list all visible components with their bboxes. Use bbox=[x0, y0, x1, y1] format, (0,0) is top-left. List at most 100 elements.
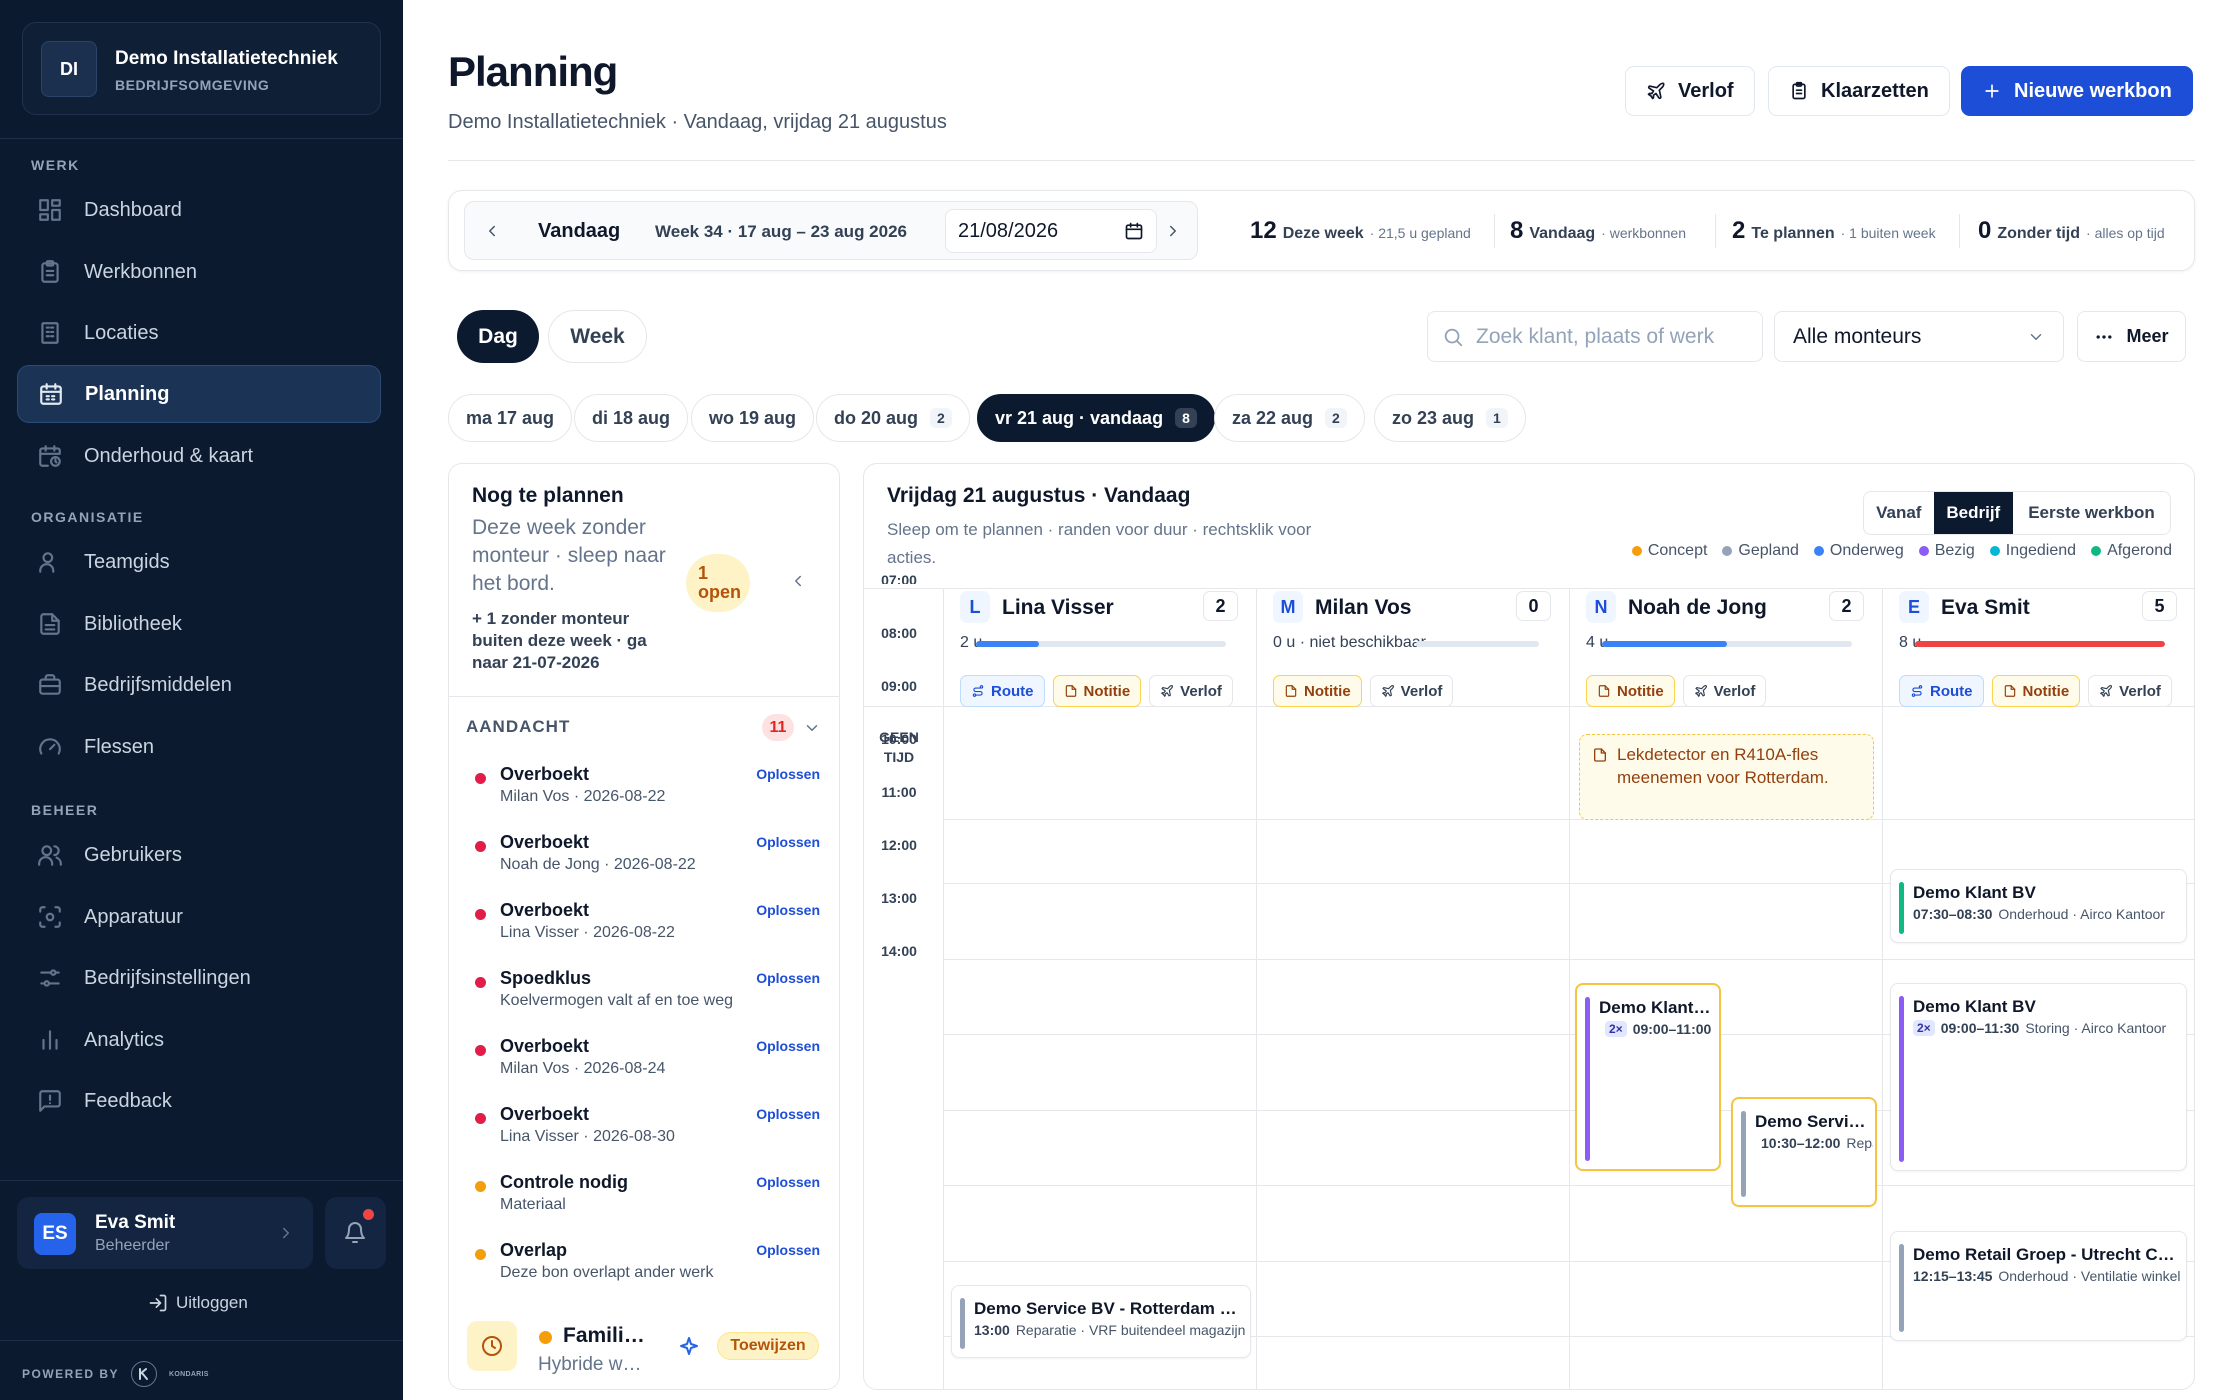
day-chip[interactable]: ma 17 aug bbox=[448, 394, 573, 442]
user-menu[interactable]: ES Eva Smit Beheerder bbox=[17, 1197, 313, 1269]
seg-bedrijf[interactable]: Bedrijf bbox=[1933, 492, 2014, 534]
unplanned-card[interactable]: Familie de Vries Hybride warmtepomp Toew… bbox=[467, 1319, 829, 1379]
stat-label: Te plannen bbox=[1751, 225, 1835, 242]
route-button[interactable]: Route bbox=[960, 675, 1045, 707]
sidebar-item-locaties[interactable]: Locaties bbox=[17, 304, 381, 362]
logout-icon bbox=[148, 1293, 168, 1313]
workorder-card[interactable]: Demo Service BV - Rotterdam Zuid 13:00 Rep… bbox=[951, 1285, 1251, 1358]
chevron-down-icon[interactable] bbox=[803, 719, 821, 737]
dots-icon bbox=[2094, 327, 2114, 347]
resolve-link[interactable]: Oplossen bbox=[756, 834, 820, 850]
time-label: 08:00 bbox=[881, 625, 917, 641]
view-week-button[interactable]: Week bbox=[548, 310, 647, 363]
workorder-card[interactable]: Demo Klant BV 2× 09:00–11:30 Storing · Airc… bbox=[1890, 983, 2187, 1171]
sidebar-item-bibliotheek[interactable]: Bibliotheek bbox=[17, 595, 381, 653]
sidebar-item-dashboard[interactable]: Dashboard bbox=[17, 181, 381, 239]
day-chip[interactable]: zo 23 aug 1 bbox=[1374, 394, 1526, 442]
file-icon bbox=[37, 611, 63, 637]
sidebar-item-gebruikers[interactable]: Gebruikers bbox=[17, 826, 381, 884]
klaarzetten-button[interactable]: Klaarzetten bbox=[1768, 66, 1950, 116]
legend-label: Bezig bbox=[1934, 542, 1975, 559]
sidebar-item-onderhoud[interactable]: Onderhoud & kaart bbox=[17, 427, 381, 485]
collapse-icon[interactable] bbox=[789, 572, 807, 590]
resolve-link[interactable]: Oplossen bbox=[756, 970, 820, 986]
sidebar-item-apparatuur[interactable]: Apparatuur bbox=[17, 888, 381, 946]
day-count: 2 bbox=[930, 408, 952, 428]
planning-board: Vrijdag 21 augustus · Vandaag Sleep om t… bbox=[863, 463, 2195, 1390]
board-desc: Sleep om te plannen · randen voor duur ·… bbox=[887, 520, 1312, 567]
leave-button[interactable]: Verlof bbox=[1682, 675, 1767, 707]
logout-button[interactable]: Uitloggen bbox=[148, 1293, 248, 1313]
workorder-card[interactable]: Demo Klant BV 07:30–08:30 Onderhoud · Airc… bbox=[1890, 869, 2187, 943]
stat-no-time: 0 Zonder tijd · alles op tijd bbox=[1978, 217, 2165, 245]
note-button[interactable]: Notitie bbox=[1586, 675, 1675, 707]
search-input[interactable]: Zoek klant, plaats of werk bbox=[1427, 311, 1763, 362]
more-button[interactable]: Meer bbox=[2077, 311, 2186, 362]
new-workorder-label: Nieuwe werkbon bbox=[2014, 79, 2172, 102]
verlof-button[interactable]: Verlof bbox=[1625, 66, 1755, 116]
resolve-link[interactable]: Oplossen bbox=[756, 1174, 820, 1190]
workorder-card[interactable]: Demo Service BV 10:30–12:00 Reparatie bbox=[1731, 1097, 1877, 1207]
day-label: ma 17 aug bbox=[466, 407, 555, 428]
sidebar-item-teamgids[interactable]: Teamgids bbox=[17, 533, 381, 591]
chevron-right-icon[interactable] bbox=[1164, 222, 1182, 240]
calendar-icon[interactable] bbox=[1124, 221, 1144, 241]
sidebar-item-werkbonnen[interactable]: Werkbonnen bbox=[17, 243, 381, 301]
route-button[interactable]: Route bbox=[1899, 675, 1984, 707]
leave-button[interactable]: Verlof bbox=[1369, 675, 1454, 707]
sidebar-item-flessen[interactable]: Flessen bbox=[17, 718, 381, 776]
note-button[interactable]: Notitie bbox=[1991, 675, 2081, 707]
status-dot bbox=[475, 1045, 486, 1056]
org-switcher[interactable]: DI Demo Installatietechniek BEDRIJFSOMGE… bbox=[22, 22, 381, 115]
today-button[interactable]: Vandaag bbox=[538, 220, 620, 243]
sparkle-icon[interactable] bbox=[677, 1335, 701, 1359]
resolve-link[interactable]: Oplossen bbox=[756, 902, 820, 918]
card-title: Familie de Vries bbox=[563, 1324, 645, 1347]
workorder-card[interactable]: Demo Retail Groep - Utrecht Centrum 12:15… bbox=[1890, 1231, 2187, 1341]
sidebar-item-bedrijfsinstellingen[interactable]: Bedrijfsinstellingen bbox=[17, 949, 381, 1007]
sidebar-item-feedback[interactable]: Feedback bbox=[17, 1072, 381, 1130]
time-label: 12:00 bbox=[881, 837, 917, 853]
assign-button[interactable]: Toewijzen bbox=[717, 1332, 819, 1360]
new-workorder-button[interactable]: Nieuwe werkbon bbox=[1961, 66, 2193, 116]
date-navigator: Vandaag Week 34 · 17 aug – 23 aug 2026 2… bbox=[464, 201, 1198, 260]
technician-hours: 0 u · niet beschikbaar bbox=[1273, 634, 1426, 651]
workorder-title: Demo Retail Groep - Utrecht Centrum bbox=[1913, 1245, 2180, 1264]
page-subtitle: Demo Installatietechniek · Vandaag, vrij… bbox=[448, 111, 947, 133]
view-day-button[interactable]: Dag bbox=[457, 310, 539, 363]
resolve-link[interactable]: Oplossen bbox=[756, 766, 820, 782]
workorder-title: Demo Klant BV bbox=[1913, 997, 2036, 1016]
day-chip[interactable]: di 18 aug bbox=[574, 394, 689, 442]
note-button[interactable]: Notitie bbox=[1273, 675, 1362, 707]
status-stripe bbox=[1899, 882, 1904, 934]
chevron-left-icon[interactable] bbox=[483, 222, 501, 240]
leave-button-label: Verlof bbox=[1400, 682, 1443, 700]
stat-divider bbox=[1715, 214, 1716, 248]
seg-vanaf[interactable]: Vanaf bbox=[1864, 492, 1934, 534]
monteur-filter[interactable]: Alle monteurs bbox=[1774, 311, 2064, 362]
route-icon bbox=[971, 684, 985, 698]
sidebar-item-planning[interactable]: Planning bbox=[17, 365, 381, 423]
resolve-link[interactable]: Oplossen bbox=[756, 1106, 820, 1122]
resolve-link[interactable]: Oplossen bbox=[756, 1038, 820, 1054]
notifications-button[interactable] bbox=[325, 1197, 386, 1269]
seg-eerste-werkbon[interactable]: Eerste werkbon bbox=[2013, 492, 2170, 534]
workorder-card[interactable]: Demo Klant BV2×09:00–11:00Storing bbox=[1575, 983, 1721, 1171]
date-input[interactable]: 21/08/2026 bbox=[945, 209, 1157, 253]
resolve-link[interactable]: Oplossen bbox=[756, 1242, 820, 1258]
legend-dot bbox=[1722, 546, 1733, 556]
sort-segmented-control: Vanaf Bedrijf Eerste werkbon bbox=[1863, 491, 2171, 535]
no-time-note[interactable]: Lekdetector en R410A-fles meenemen voor … bbox=[1579, 734, 1874, 820]
sidebar-item-bedrijfsmiddelen[interactable]: Bedrijfsmiddelen bbox=[17, 656, 381, 714]
leave-button[interactable]: Verlof bbox=[2088, 675, 2172, 707]
sidebar-item-analytics[interactable]: Analytics bbox=[17, 1011, 381, 1069]
day-chip[interactable]: za 22 aug 2 bbox=[1214, 394, 1365, 442]
note-button[interactable]: Notitie bbox=[1052, 675, 1142, 707]
leave-button[interactable]: Verlof bbox=[1149, 675, 1233, 707]
day-chip[interactable]: wo 19 aug bbox=[691, 394, 815, 442]
stat-sub: · 21,5 u gepland bbox=[1369, 225, 1471, 241]
unplanned-note[interactable]: + 1 zonder monteur buiten deze week · ga… bbox=[472, 608, 672, 674]
day-chip-active[interactable]: vr 21 aug · vandaag 8 bbox=[977, 394, 1215, 442]
day-chip[interactable]: do 20 aug 2 bbox=[816, 394, 970, 442]
stat-week: 12 Deze week · 21,5 u gepland bbox=[1250, 217, 1471, 245]
